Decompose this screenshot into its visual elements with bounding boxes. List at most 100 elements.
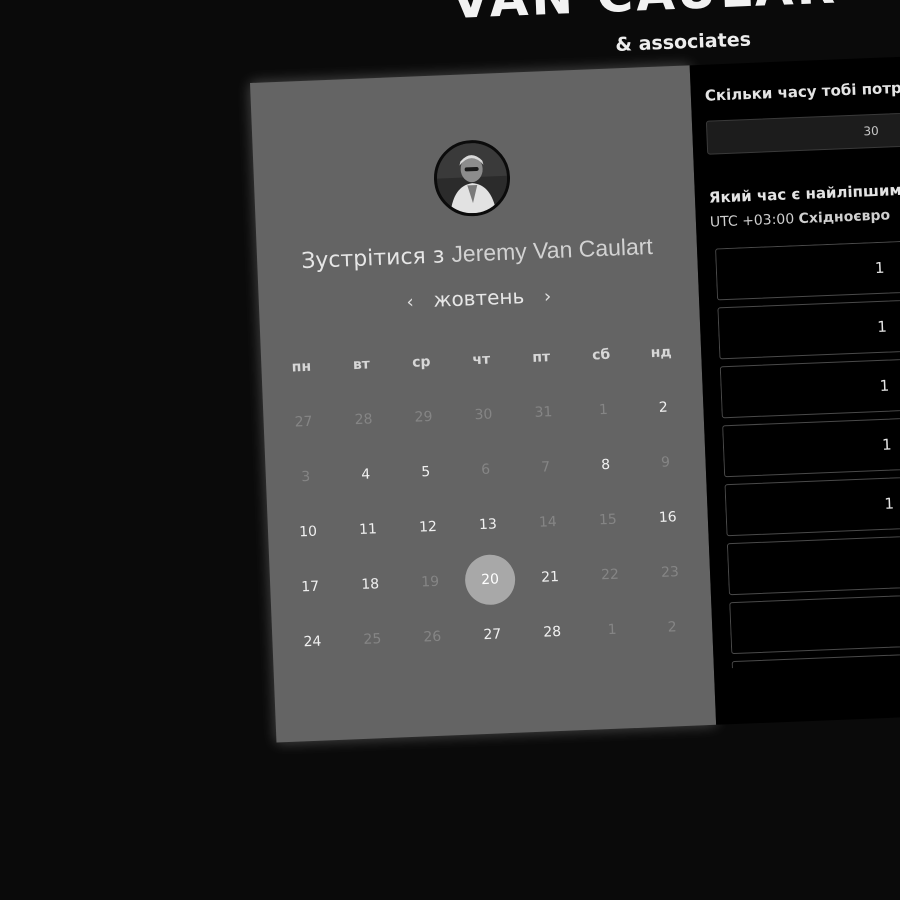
calendar-day[interactable]: 2 xyxy=(632,378,694,435)
calendar-day-number: 21 xyxy=(540,568,560,586)
meeting-prefix: Зустрітися з xyxy=(300,243,452,275)
calendar-day: 6 xyxy=(455,441,517,498)
calendar-day-number: 19 xyxy=(420,573,440,591)
calendar-day: 23 xyxy=(639,543,701,600)
time-slot-button[interactable]: 1 xyxy=(722,408,900,478)
avatar xyxy=(432,138,512,218)
calendar-day-number: 8 xyxy=(600,456,611,473)
calendar-day[interactable]: 11 xyxy=(337,500,399,557)
host-name: Jeremy Van Caulart xyxy=(450,232,654,268)
host-photo xyxy=(435,141,509,215)
calendar-day: 7 xyxy=(515,438,577,495)
calendar-day: 27 xyxy=(273,393,335,450)
weekday-header: пн вт ср чт пт сб нд xyxy=(271,344,691,377)
time-slot-button[interactable]: 1 xyxy=(724,467,900,537)
calendar-day: 15 xyxy=(577,491,639,548)
calendar-day[interactable]: 16 xyxy=(637,488,699,545)
time-question: Який час є найліпшим xyxy=(708,180,900,207)
calendar-day[interactable]: 4 xyxy=(335,445,397,502)
timezone-name: Східноєвро xyxy=(798,207,891,228)
brand-logo-subtitle: & associates xyxy=(615,28,752,56)
calendar-day-number: 25 xyxy=(363,630,382,648)
calendar-grid: 27 28 29 30 31 1 2 3 4 5 6 7 8 9 10 11 12 13 14 15 16 17 18 19 2… xyxy=(273,378,704,670)
calendar-day-number: 24 xyxy=(303,633,322,650)
calendar-day-number: 1 xyxy=(598,401,609,418)
calendar-day[interactable]: 21 xyxy=(519,548,581,605)
calendar-day-number: 17 xyxy=(301,578,320,595)
calendar-day: 25 xyxy=(341,610,403,667)
duration-question: Скільки часу тобі потр xyxy=(704,78,900,105)
weekday-label: пт xyxy=(532,349,551,366)
calendar-day: 3 xyxy=(275,448,337,505)
calendar-day-number: 2 xyxy=(667,618,677,636)
prev-month-button[interactable]: ‹ xyxy=(399,291,422,313)
weekday-label: нд xyxy=(650,344,672,362)
calendar-day: 29 xyxy=(392,388,454,445)
chevron-left-icon: ‹ xyxy=(406,291,415,313)
calendar-day-number: 23 xyxy=(660,563,680,581)
timezone-selector[interactable]: UTC +03:00 Східноєвро xyxy=(710,207,891,230)
calendar-day-number: 5 xyxy=(420,463,431,480)
calendar-day: 1 xyxy=(572,381,634,438)
calendar-day: 22 xyxy=(579,546,641,603)
timezone-offset: UTC +03:00 xyxy=(709,211,795,231)
calendar-day[interactable]: 10 xyxy=(277,503,339,560)
time-slot-button[interactable] xyxy=(726,526,900,596)
calendar-day[interactable]: 18 xyxy=(339,555,401,612)
calendar-day: 1 xyxy=(581,601,643,658)
calendar-day-number: 26 xyxy=(423,628,442,645)
calendar-day-number: 28 xyxy=(354,410,373,428)
time-slot-button[interactable]: 1 xyxy=(715,231,900,301)
calendar-day-number: 31 xyxy=(534,403,553,421)
calendar-day[interactable]: 13 xyxy=(457,496,519,553)
calendar-day-number: 13 xyxy=(478,515,498,533)
weekday-label: сб xyxy=(591,346,611,364)
calendar-day-number: 16 xyxy=(658,508,677,526)
calendar-day: 28 xyxy=(333,391,395,448)
calendar-day-number: 9 xyxy=(660,453,671,471)
calendar-day-number: 4 xyxy=(361,465,371,483)
calendar-day-number: 14 xyxy=(538,513,558,531)
calendar-day[interactable]: 17 xyxy=(279,558,341,615)
month-navigation: ‹ жовтень › xyxy=(259,277,700,319)
calendar-day: 2 xyxy=(641,598,703,655)
calendar-day[interactable]: 28 xyxy=(521,603,583,660)
booking-widget: Зустрітися з Jeremy Van Caulart ‹ жовтен… xyxy=(250,46,900,743)
next-month-button[interactable]: › xyxy=(536,286,559,308)
calendar-day-number: 30 xyxy=(474,406,493,423)
brand-logo-title: VAN CAULAR xyxy=(450,0,839,30)
calendar-day[interactable]: 8 xyxy=(575,436,637,493)
month-label: жовтень xyxy=(432,284,525,312)
calendar-day: 26 xyxy=(401,608,463,665)
weekday-label: чт xyxy=(472,351,491,369)
time-slot-button[interactable]: 1 xyxy=(717,290,900,360)
calendar-day: 9 xyxy=(634,433,696,490)
calendar-day: 31 xyxy=(512,383,574,440)
calendar-day-number: 12 xyxy=(418,518,438,536)
scheduler-panel: Скільки часу тобі потр 30 Який час є най… xyxy=(689,46,900,725)
duration-select[interactable]: 30 xyxy=(705,103,900,155)
calendar-day-number: 29 xyxy=(414,408,433,426)
calendar-day-selected[interactable]: 20 xyxy=(459,551,521,608)
calendar-day-number: 27 xyxy=(483,625,502,643)
calendar-day-number: 10 xyxy=(298,523,318,540)
time-slot-button[interactable]: 1 xyxy=(719,349,900,419)
calendar-day: 19 xyxy=(399,553,461,610)
calendar-day[interactable]: 5 xyxy=(395,443,457,500)
calendar-day-number: 11 xyxy=(358,520,378,538)
calendar-day-number: 28 xyxy=(543,623,562,641)
calendar-day[interactable]: 12 xyxy=(397,498,459,555)
calendar-day[interactable]: 24 xyxy=(281,613,343,670)
weekday-label: пн xyxy=(291,358,312,376)
calendar-day-number: 15 xyxy=(598,511,618,528)
calendar-day-number: 1 xyxy=(607,621,617,638)
calendar-day[interactable]: 27 xyxy=(461,606,523,663)
time-slot-button[interactable] xyxy=(729,585,900,655)
calendar-day-number: 27 xyxy=(294,413,313,430)
calendar-panel: Зустрітися з Jeremy Van Caulart ‹ жовтен… xyxy=(250,65,717,743)
calendar-day-number: 22 xyxy=(600,566,620,583)
calendar-day: 14 xyxy=(517,493,579,550)
calendar-day-number: 2 xyxy=(658,399,669,416)
calendar-day-number: 3 xyxy=(301,468,311,485)
calendar-day: 30 xyxy=(452,386,514,443)
